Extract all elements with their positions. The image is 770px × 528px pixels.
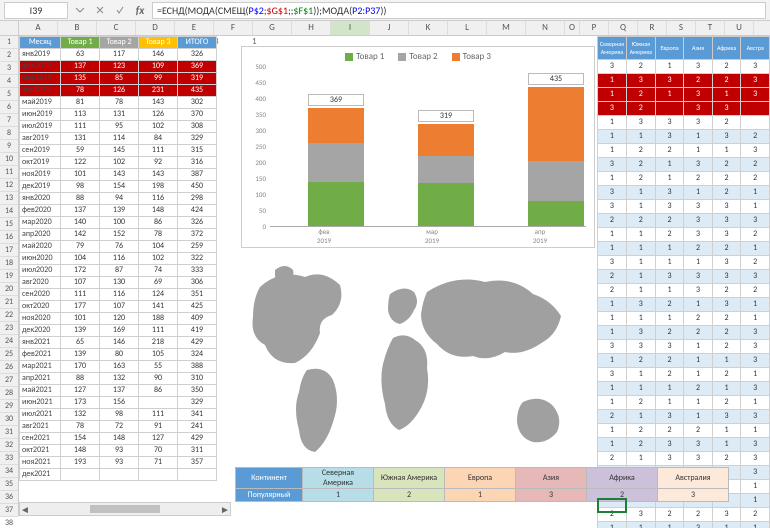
row-headers: 1234567891011121314151617181920212223242… (0, 36, 19, 516)
data-table[interactable]: МесяцТовар 1Товар 2Товар 3ИТОГО янв20196… (19, 36, 217, 481)
name-dropdown-icon[interactable] (72, 2, 88, 18)
chart-legend: Товар 1 Товар 2 Товар 3 (242, 47, 594, 66)
chart-plot-area: 500450400350300250200150100500369319435 (270, 66, 586, 227)
world-map[interactable] (235, 252, 595, 492)
column-headers: ABCDEFGHIJKLMNOPQRSTU (0, 21, 770, 36)
accept-icon[interactable] (112, 2, 128, 18)
fx-icon[interactable]: fx (132, 2, 148, 18)
formula-input[interactable]: =ЕСНД(МОДА(СМЕЩ(P$2;$G$1;;$F$1));МОДА(P2… (152, 2, 766, 19)
region-table[interactable]: Северная АмерикаЮжная АмерикаЕвропаАзияА… (597, 36, 770, 528)
scroll-thumb[interactable] (90, 505, 160, 513)
scroll-right-icon[interactable]: ► (220, 503, 230, 516)
worksheet[interactable]: 3 1 МесяцТовар 1Товар 2Товар 3ИТОГО янв2… (19, 36, 770, 516)
cancel-icon[interactable] (92, 2, 108, 18)
name-box[interactable]: I39 (4, 2, 68, 19)
scroll-left-icon[interactable]: ◄ (20, 503, 30, 516)
horizontal-scrollbar[interactable]: ◄ ► (19, 502, 231, 516)
formula-bar: I39 fx =ЕСНД(МОДА(СМЕЩ(P$2;$G$1;;$F$1));… (0, 0, 770, 21)
summary-table[interactable]: КонтинентСеверная АмерикаЮжная АмерикаЕв… (235, 467, 729, 502)
bar-chart[interactable]: Товар 1 Товар 2 Товар 3 5004504003503002… (241, 46, 595, 248)
